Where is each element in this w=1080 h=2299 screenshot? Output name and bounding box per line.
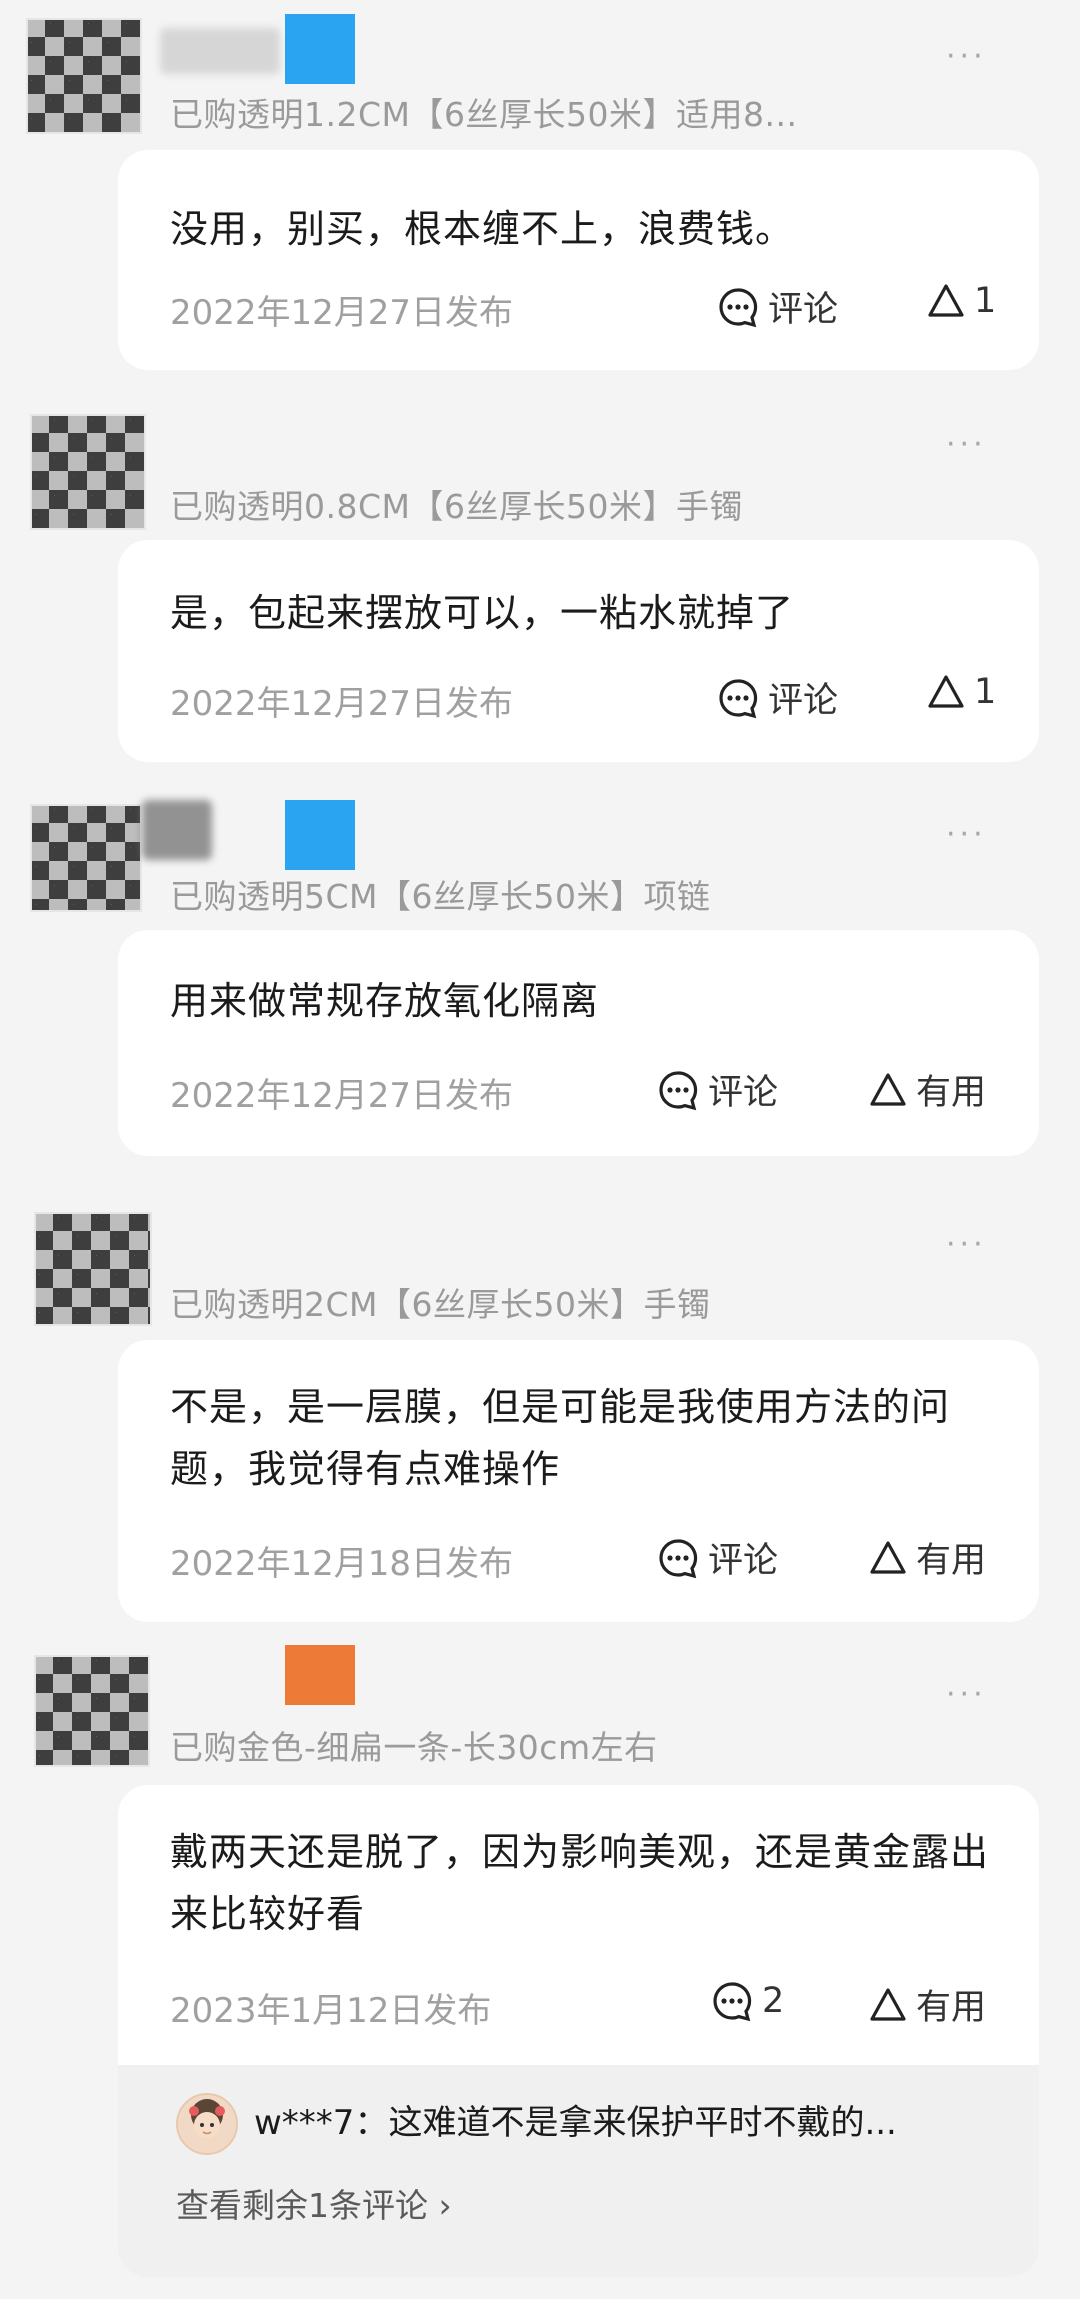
comment-icon [713,1982,752,2022]
reply-avatar [176,2093,238,2155]
more-dots-icon[interactable]: ··· [946,1680,987,1710]
review-date: 2022年12月18日发布 [170,1544,514,1584]
comment-label: 评论 [768,290,839,330]
username-blurred[interactable] [160,28,280,74]
avatar[interactable] [26,18,142,134]
like-triangle-icon [928,284,964,317]
reply-text: w***7：这难道不是拿来保护平时不戴的... [254,2103,897,2143]
comment-icon [659,1538,698,1578]
review-card: 不是，是一层膜，但是可能是我使用方法的问题，我觉得有点难操作 2022年12月1… [118,1340,1039,1622]
like-button[interactable]: 有用 [868,1979,986,2030]
like-button[interactable]: 有用 [868,1064,986,1115]
comment-button[interactable]: 2 [710,1979,784,2023]
comment-button[interactable]: 评论 [656,1064,778,1115]
review-text: 戴两天还是脱了，因为影响美观，还是黄金露出来比较好看 [170,1830,990,1936]
review-item: ··· 已购金色-细扁一条-长30cm左右 戴两天还是脱了，因为影响美观，还是黄… [0,1645,1080,2299]
purchase-spec: 已购金色-细扁一条-长30cm左右 [170,1728,658,1767]
user-tag [285,1645,355,1705]
review-date: 2022年12月27日发布 [170,1076,514,1116]
like-count: 有用 [916,1073,987,1113]
comment-icon [659,1070,698,1110]
like-triangle-icon [870,1987,906,2021]
reply-preview[interactable]: w***7：这难道不是拿来保护平时不戴的... 查看剩余1条评论 › [118,2065,1039,2277]
comment-button[interactable]: 评论 [656,1532,778,1583]
more-dots-icon[interactable]: ··· [946,430,987,460]
like-count: 1 [974,281,997,321]
like-button[interactable]: 有用 [868,1532,986,1583]
like-button[interactable]: 1 [926,281,996,321]
review-text: 不是，是一层膜，但是可能是我使用方法的问题，我觉得有点难操作 [170,1385,951,1491]
review-text: 是，包起来摆放可以，一粘水就掉了 [170,591,795,635]
review-item: ··· 已购透明5CM【6丝厚长50米】项链 用来做常规存放氧化隔离 2022年… [0,790,1080,1170]
review-text: 没用，别买，根本缠不上，浪费钱。 [170,207,795,251]
review-item: ··· 已购透明2CM【6丝厚长50米】手镯 不是，是一层膜，但是可能是我使用方… [0,1200,1080,1622]
purchase-spec: 已购透明0.8CM【6丝厚长50米】手镯 [170,487,743,526]
review-item: ··· 已购透明0.8CM【6丝厚长50米】手镯 是，包起来摆放可以，一粘水就掉… [0,400,1080,780]
avatar[interactable] [30,804,142,912]
avatar[interactable] [34,1655,150,1767]
comment-label: 评论 [708,1541,779,1581]
view-more-comments-link[interactable]: 查看剩余1条评论 › [176,2179,452,2227]
review-date: 2023年1月12日发布 [170,1991,492,2031]
like-triangle-icon [870,1540,906,1574]
avatar[interactable] [30,414,146,530]
avatar[interactable] [34,1212,152,1326]
like-count: 有用 [916,1988,987,2028]
like-count: 有用 [916,1541,987,1581]
user-tag [285,14,355,84]
comment-count: 2 [762,1981,785,2021]
like-count: 1 [974,672,997,712]
like-button[interactable]: 1 [926,672,996,712]
comment-button[interactable]: 评论 [716,672,838,723]
comment-icon [719,678,758,718]
comment-label: 评论 [708,1073,779,1113]
like-triangle-icon [870,1072,906,1106]
like-triangle-icon [928,675,964,708]
review-item: ··· 已购透明1.2CM【6丝厚长50米】适用8... 没用，别买，根本缠不上… [0,0,1080,380]
comment-label: 评论 [768,681,839,721]
username-blurred[interactable] [142,800,212,860]
review-text: 用来做常规存放氧化隔离 [170,979,600,1023]
purchase-spec: 已购透明1.2CM【6丝厚长50米】适用8... [170,95,798,134]
more-dots-icon[interactable]: ··· [946,1230,987,1260]
comment-button[interactable]: 评论 [716,281,838,332]
more-dots-icon[interactable]: ··· [946,42,987,72]
purchase-spec: 已购透明5CM【6丝厚长50米】项链 [170,877,711,916]
review-card: 用来做常规存放氧化隔离 2022年12月27日发布 评论 有用 [118,930,1039,1156]
more-dots-icon[interactable]: ··· [946,820,987,850]
user-tag [285,800,355,870]
purchase-spec: 已购透明2CM【6丝厚长50米】手镯 [170,1285,711,1324]
comment-icon [719,287,758,327]
review-date: 2022年12月27日发布 [170,293,514,333]
review-card: 是，包起来摆放可以，一粘水就掉了 2022年12月27日发布 评论 1 [118,540,1039,762]
review-date: 2022年12月27日发布 [170,684,514,724]
review-card: 没用，别买，根本缠不上，浪费钱。 2022年12月27日发布 评论 1 [118,150,1039,370]
review-card: 戴两天还是脱了，因为影响美观，还是黄金露出来比较好看 2023年1月12日发布 … [118,1785,1039,2065]
